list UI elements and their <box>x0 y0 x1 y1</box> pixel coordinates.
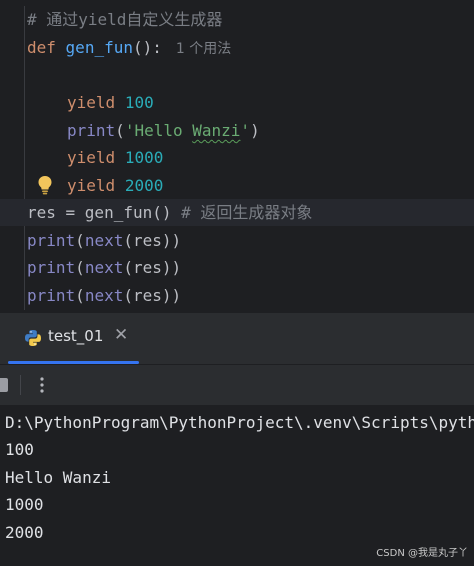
code-line-print-next-3[interactable]: print(next(res)) <box>0 282 474 309</box>
code-line-call[interactable]: res = gen_fun() # 返回生成器对象 <box>0 199 474 226</box>
code-editor[interactable]: # 通过yield自定义生成器 def gen_fun(): 1 个用法 yiel… <box>0 0 474 313</box>
yield-keyword: yield <box>67 148 116 167</box>
close-icon[interactable]: ✕ <box>114 325 128 345</box>
console-line: 1000 <box>5 495 44 514</box>
stop-icon[interactable] <box>0 378 8 392</box>
print-builtin: print <box>27 286 76 305</box>
code-line-yield-3[interactable]: yield 2000 <box>0 172 474 199</box>
yield-value: 1000 <box>124 148 164 167</box>
call-code: res = gen_fun() <box>27 203 182 222</box>
yield-keyword: yield <box>67 176 116 195</box>
next-args: (res)) <box>123 231 182 250</box>
next-args: (res)) <box>123 286 182 305</box>
comment-text: # 通过yield自定义生成器 <box>27 10 223 29</box>
run-toolbar <box>0 365 474 405</box>
def-keyword: def <box>27 38 56 57</box>
run-tab-bar: test_01 ✕ <box>0 313 474 365</box>
open-paren: ( <box>75 231 85 250</box>
python-icon <box>25 330 41 346</box>
yield-value: 100 <box>124 93 154 112</box>
console-line: 100 <box>5 440 34 459</box>
toolbar-divider <box>20 375 21 395</box>
console-line: Hello Wanzi <box>5 468 111 487</box>
console-line: D:\PythonProgram\PythonProject\.venv\Scr… <box>5 413 474 432</box>
open-paren: ( <box>75 286 85 305</box>
string-start: 'Hello <box>124 121 193 140</box>
string-end: ' <box>240 121 251 140</box>
def-signature: (): <box>132 38 162 57</box>
code-line-yield-2[interactable]: yield 1000 <box>0 144 474 171</box>
code-line-print-next-1[interactable]: print(next(res)) <box>0 227 474 254</box>
code-line-comment[interactable]: # 通过yield自定义生成器 <box>0 6 474 33</box>
run-tab-test-01[interactable]: test_01 ✕ <box>8 313 139 364</box>
watermark: CSDN @我是丸子丫 <box>376 548 468 559</box>
usage-hint[interactable]: 1 个用法 <box>176 41 231 57</box>
open-paren: ( <box>75 258 85 277</box>
run-console-output[interactable]: D:\PythonProgram\PythonProject\.venv\Scr… <box>0 405 474 566</box>
console-line: 2000 <box>5 523 44 542</box>
open-paren: ( <box>115 121 125 140</box>
code-line-def[interactable]: def gen_fun(): 1 个用法 <box>0 34 474 61</box>
yield-keyword: yield <box>67 93 116 112</box>
function-name: gen_fun <box>65 38 133 57</box>
code-line-print-next-2[interactable]: print(next(res)) <box>0 254 474 281</box>
code-line-print[interactable]: print('Hello Wanzi') <box>0 117 474 144</box>
more-options-icon[interactable] <box>34 373 50 397</box>
next-args: (res)) <box>123 258 182 277</box>
print-builtin: print <box>27 258 76 277</box>
active-tab-indicator <box>8 361 139 364</box>
print-builtin: print <box>27 231 76 250</box>
close-paren: ) <box>250 121 260 140</box>
yield-value: 2000 <box>124 176 164 195</box>
call-comment: # 返回生成器对象 <box>181 203 313 222</box>
print-builtin: print <box>67 121 116 140</box>
tab-label: test_01 <box>48 327 104 345</box>
next-builtin: next <box>84 286 124 305</box>
next-builtin: next <box>84 258 124 277</box>
typo-squiggle-word: Wanzi <box>192 121 241 140</box>
code-line-yield-1[interactable]: yield 100 <box>0 89 474 116</box>
next-builtin: next <box>84 231 124 250</box>
